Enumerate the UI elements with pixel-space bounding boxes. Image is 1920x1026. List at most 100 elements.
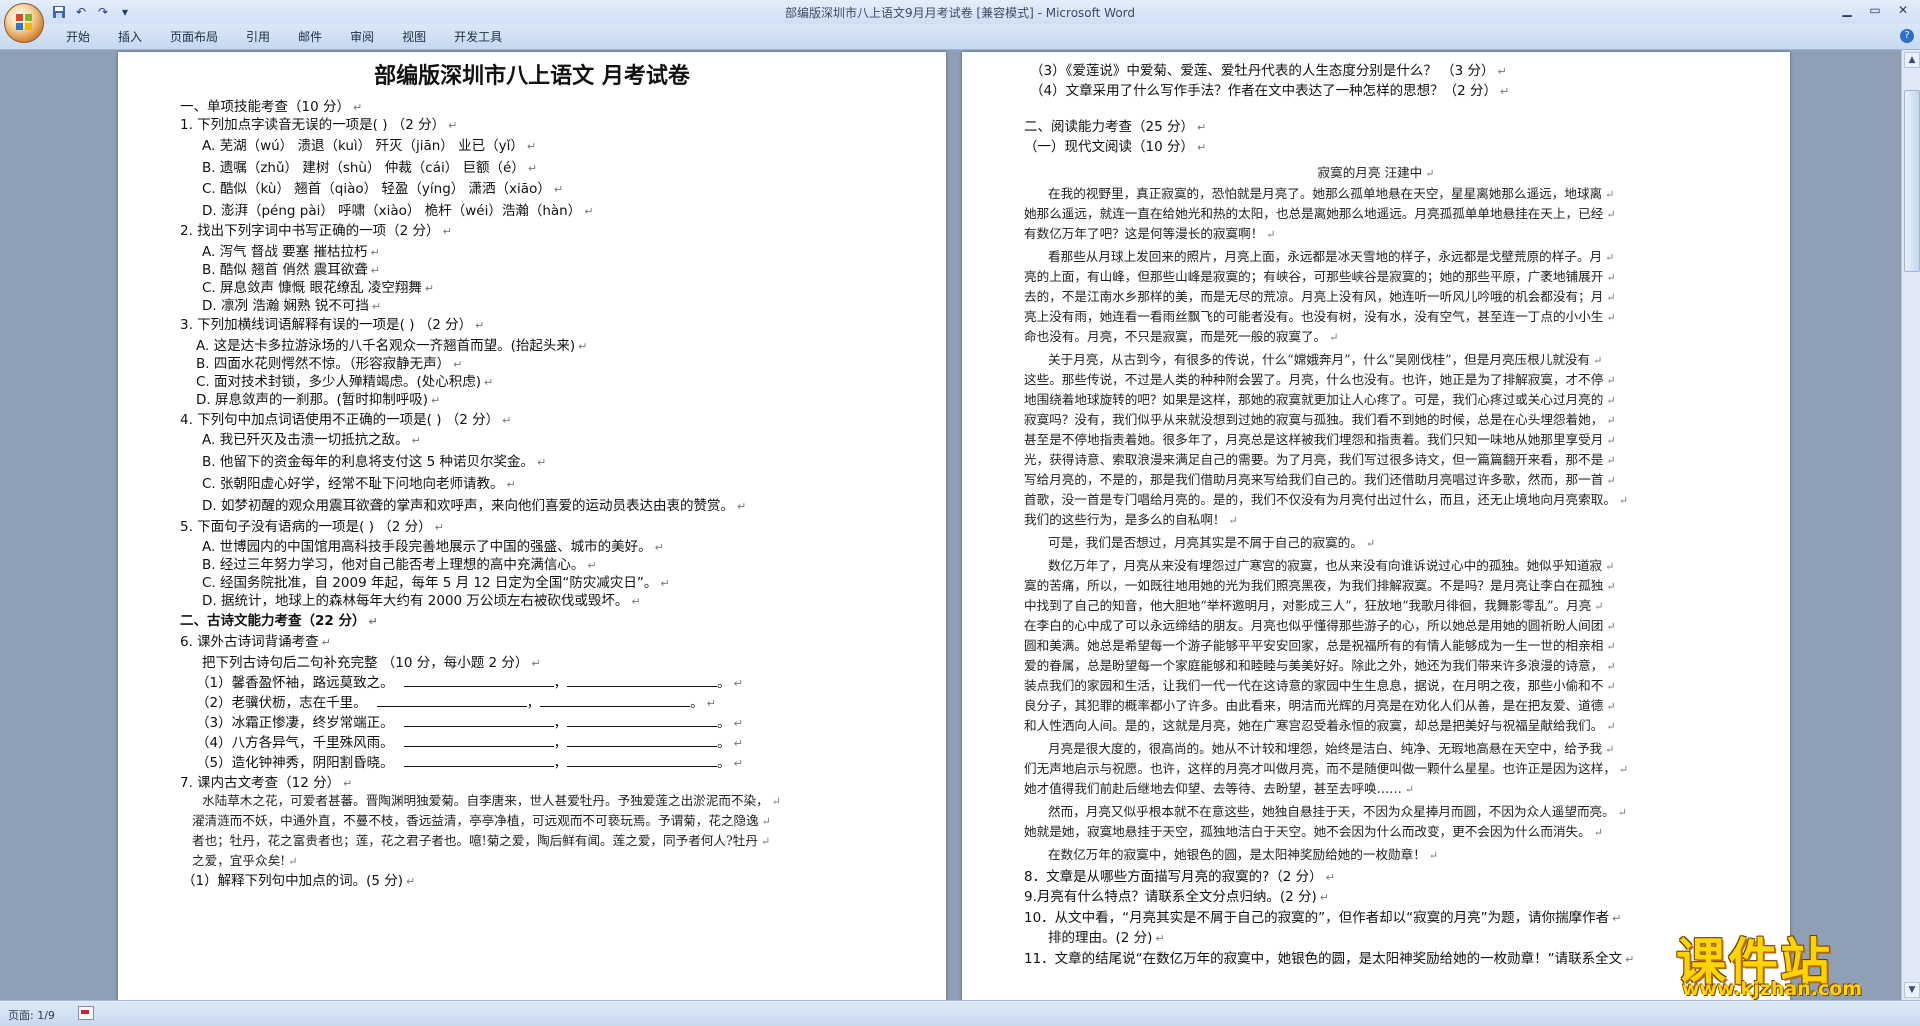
document-workspace[interactable]: 部编版深圳市八上语文 月考试卷 一、单项技能考查（10 分） ↵ 1. 下列加点字读… xyxy=(0,50,1902,1000)
answer-blank[interactable] xyxy=(403,674,554,687)
answer-blank[interactable] xyxy=(567,754,718,767)
line-text: 在数亿万年的寂寞中，她银色的圆，是太阳神奖励给她的一枚勋章！ xyxy=(1048,847,1426,862)
text-line: 6. 课外古诗词背诵考查 ↵ xyxy=(180,633,331,652)
paragraph-mark-icon: ↵ xyxy=(631,595,641,608)
text-line: 这些。那些传说，不过是人类的种种附会罢了。月亮，什么也没有。也许，她正是为了排解… xyxy=(1024,371,1616,390)
text-line: （1）馨香盈怀袖，路远莫致之。 ， 。 ↵ xyxy=(196,674,743,693)
proofing-icon[interactable] xyxy=(78,1006,94,1020)
paragraph-mark-icon: ↵ xyxy=(1499,85,1510,98)
text-line: D. 凛冽 浩瀚 娴熟 锐不可挡 ↵ xyxy=(202,297,381,316)
text-line: 2. 找出下列字词中书写正确的一项（2 分） ↵ xyxy=(180,222,452,241)
paragraph-mark-icon: ↵ xyxy=(1606,680,1616,693)
text-line: 寂寞的月亮 汪建中 ↵ xyxy=(962,164,1790,183)
paragraph-mark-icon: ↵ xyxy=(1606,394,1616,407)
text-line: C. 经国务院批准，自 2009 年起，每年 5 月 12 日定为全国“防灾减灾… xyxy=(202,574,670,593)
tab-mailings[interactable]: 邮件 xyxy=(284,29,336,45)
minimize-icon[interactable]: ▁ xyxy=(1834,1,1860,19)
paragraph-mark-icon: ↵ xyxy=(1605,251,1615,264)
line-text: 装点我们的家园和生活，让我们一代一代在这诗意的家园中生生息息，据说，在月明之夜，… xyxy=(1024,678,1604,693)
tab-references[interactable]: 引用 xyxy=(232,29,284,45)
text-line: （4）文章采用了什么写作手法？作者在文中表达了一种怎样的思想？（2 分） ↵ xyxy=(1030,82,1509,101)
office-button[interactable] xyxy=(4,3,44,43)
tab-page-layout[interactable]: 页面布局 xyxy=(156,29,232,45)
line-text: 8．文章是从哪些方面描写月亮的寂寞的?（2 分） xyxy=(1024,869,1323,885)
scroll-thumb[interactable] xyxy=(1904,90,1920,272)
line-text: 爱的眷属，总是盼望每一个家庭能够和和睦睦与美美好好。除此之外，她还为我们带来许多… xyxy=(1024,658,1604,673)
text-line: A. 这是达卡多拉游泳场的八千名观众一齐翘首而望。(抬起头来) ↵ xyxy=(196,337,587,356)
paragraph-mark-icon: ↵ xyxy=(1606,271,1616,284)
document-page-left[interactable]: 部编版深圳市八上语文 月考试卷 一、单项技能考查（10 分） ↵ 1. 下列加点字读… xyxy=(118,52,946,1000)
paragraph-mark-icon: ↵ xyxy=(733,717,743,730)
paragraph-mark-icon: ↵ xyxy=(370,264,380,277)
vertical-scrollbar[interactable]: ▲ ▼ xyxy=(1901,50,1920,1000)
comma-separator: ， xyxy=(526,695,541,711)
line-text: 甚至是不停地指责着她。很多年了，月亮总是这样被我们埋怨和指责着。我们只知一味地从… xyxy=(1024,432,1604,447)
text-line: 一、单项技能考查（10 分） ↵ xyxy=(180,98,362,117)
text-line: D. 澎湃（péng pài） 呼啸（xiào） 桅杆（wéi）浩瀚（hàn） ↵ xyxy=(202,202,593,221)
text-line: C. 面对技术封锁，多少人殚精竭虑。(处心积虑) ↵ xyxy=(196,373,493,392)
comma-separator: ， xyxy=(553,715,568,731)
paragraph-mark-icon: ↵ xyxy=(1594,600,1604,613)
text-line: 11．文章的结尾说“在数亿万年的寂寞中，她银色的圆，是太阳神奖励给她的一枚勋章！… xyxy=(1024,950,1634,969)
line-text: D. 澎湃（péng pài） 呼啸（xiào） 桅杆（wéi）浩瀚（hàn） xyxy=(202,203,582,219)
paragraph-mark-icon: ↵ xyxy=(343,777,353,790)
line-text: 寞的苦痛，所以，一如既往地用她的光为我们照亮黑夜，为我们排解寂寞。不是吗？是月亮… xyxy=(1024,578,1604,593)
paragraph-mark-icon: ↵ xyxy=(371,300,382,313)
tab-review[interactable]: 审阅 xyxy=(336,29,388,45)
answer-blank[interactable] xyxy=(403,714,554,727)
line-text: B. 遗嘱（zhǔ） 建树（shù） 仲裁（cái） 巨额（é） xyxy=(202,160,525,176)
answer-blank[interactable] xyxy=(567,734,718,747)
line-text: C. 张朝阳虚心好学，经常不耻下问地向老师请教。 xyxy=(202,476,504,492)
text-line: A. 世博园内的中国馆用高科技手段完善地展示了中国的强盛、城市的美好。 ↵ xyxy=(202,538,664,557)
text-line: 8．文章是从哪些方面描写月亮的寂寞的?（2 分） ↵ xyxy=(1024,868,1335,887)
text-line: （2）老骥伏枥，志在千里。 ， 。 ↵ xyxy=(196,694,716,713)
text-line: （1）解释下列句中加点的词。(5 分) ↵ xyxy=(182,872,415,891)
period-mark: 。 xyxy=(717,715,731,731)
line-text: （3）《爱莲说》中爱菊、爱莲、爱牡丹代表的人生态度分别是什么？ （3 分） xyxy=(1030,63,1495,79)
line-text: B. 他留下的资金每年的利息将支付这 5 种诺贝尔奖金。 xyxy=(202,454,535,470)
line-text: 9.月亮有什么特点？请联系全文分点归纳。(2 分) xyxy=(1024,889,1317,905)
tab-view[interactable]: 视图 xyxy=(388,29,440,45)
window-controls: ▁ ▭ ✕ xyxy=(1834,1,1916,19)
text-line: 濯清涟而不妖，中通外直，不蔓不枝，香远益清，亭亭净植，可远观而不可亵玩焉。予谓菊… xyxy=(192,812,771,831)
tab-home[interactable]: 开始 xyxy=(52,29,104,45)
close-icon[interactable]: ✕ xyxy=(1890,1,1916,19)
line-text: 者也；牡丹，花之富贵者也；莲，花之君子者也。噫!菊之爱，陶后鲜有闻。莲之爱，同予… xyxy=(192,833,758,848)
line-text: 7. 课内古文考查（12 分） xyxy=(180,775,341,791)
paragraph-mark-icon: ↵ xyxy=(1228,514,1238,527)
document-page-right[interactable]: （3）《爱莲说》中爱菊、爱莲、爱牡丹代表的人生态度分别是什么？ （3 分） ↵ （4… xyxy=(962,52,1790,1000)
line-text: 1. 下列加点字读音无误的一项是( ) （2 分） xyxy=(180,117,446,133)
text-line: D. 如梦初醒的观众用震耳欲聋的掌声和欢呼声，来向他们喜爱的运动员表达由衷的赞赏… xyxy=(202,497,746,516)
paragraph-mark-icon: ↵ xyxy=(771,795,781,808)
text-line: B. 酷似 翘首 俏然 震耳欲聋 ↵ xyxy=(202,261,380,280)
tab-developer[interactable]: 开发工具 xyxy=(440,29,516,45)
answer-blank[interactable] xyxy=(567,674,718,687)
help-icon[interactable]: ? xyxy=(1900,29,1914,43)
line-text: 和人性洒向人间。是的，这就是月亮，她在广寒宫忍受着永恒的寂寞，却总是把美好与祝福… xyxy=(1024,718,1604,733)
text-line: A. 泻气 督战 要塞 摧枯拉朽 ↵ xyxy=(202,243,380,262)
paragraph-mark-icon: ↵ xyxy=(761,815,771,828)
paragraph-mark-icon: ↵ xyxy=(584,205,594,218)
paragraph-mark-icon: ↵ xyxy=(1605,743,1615,756)
text-line: D. 据统计，地球上的森林每年大约有 2000 万公顷左右被砍伐或毁坏。 ↵ xyxy=(202,592,641,611)
line-text: 去的，不是江南水乡那样的美，而是无尽的荒凉。月亮上没有风，她连听一听风儿吟哦的机… xyxy=(1024,289,1604,304)
answer-blank[interactable] xyxy=(540,694,691,707)
text-line: （4）八方各异气，千里殊风雨。 ， 。 ↵ xyxy=(196,734,743,753)
text-line: 我们的这些行为，是多么的自私啊！ ↵ xyxy=(1024,511,1238,530)
line-text: 关于月亮，从古到今，有很多的传说，什么“嫦娥奔月”，什么“吴刚伐桂”，但是月亮压… xyxy=(1048,352,1591,367)
scroll-up-icon[interactable]: ▲ xyxy=(1904,52,1920,68)
text-line: 她那么遥远，就连一直在给她光和热的太阳，也总是离她那么地遥远。月亮孤孤单单地悬挂… xyxy=(1024,205,1616,224)
maximize-icon[interactable]: ▭ xyxy=(1862,1,1888,19)
line-text: 在李白的心中成了可以永远缔结的朋友。月亮也似乎懂得那些游子的心，所以她总是用她的… xyxy=(1024,618,1604,633)
line-text: （4）文章采用了什么写作手法？作者在文中表达了一种怎样的思想？（2 分） xyxy=(1030,83,1497,99)
paragraph-mark-icon: ↵ xyxy=(506,478,516,491)
tab-insert[interactable]: 插入 xyxy=(104,29,156,45)
answer-blank[interactable] xyxy=(567,714,718,727)
answer-blank[interactable] xyxy=(403,754,554,767)
paragraph-mark-icon: ↵ xyxy=(1606,700,1616,713)
answer-blank[interactable] xyxy=(403,734,554,747)
paragraph-mark-icon: ↵ xyxy=(553,183,564,196)
page-counter[interactable]: 页面: 1/9 xyxy=(8,1007,55,1023)
answer-blank[interactable] xyxy=(376,694,527,707)
text-line: 装点我们的家园和生活，让我们一代一代在这诗意的家园中生生息息，据说，在月明之夜，… xyxy=(1024,677,1616,696)
